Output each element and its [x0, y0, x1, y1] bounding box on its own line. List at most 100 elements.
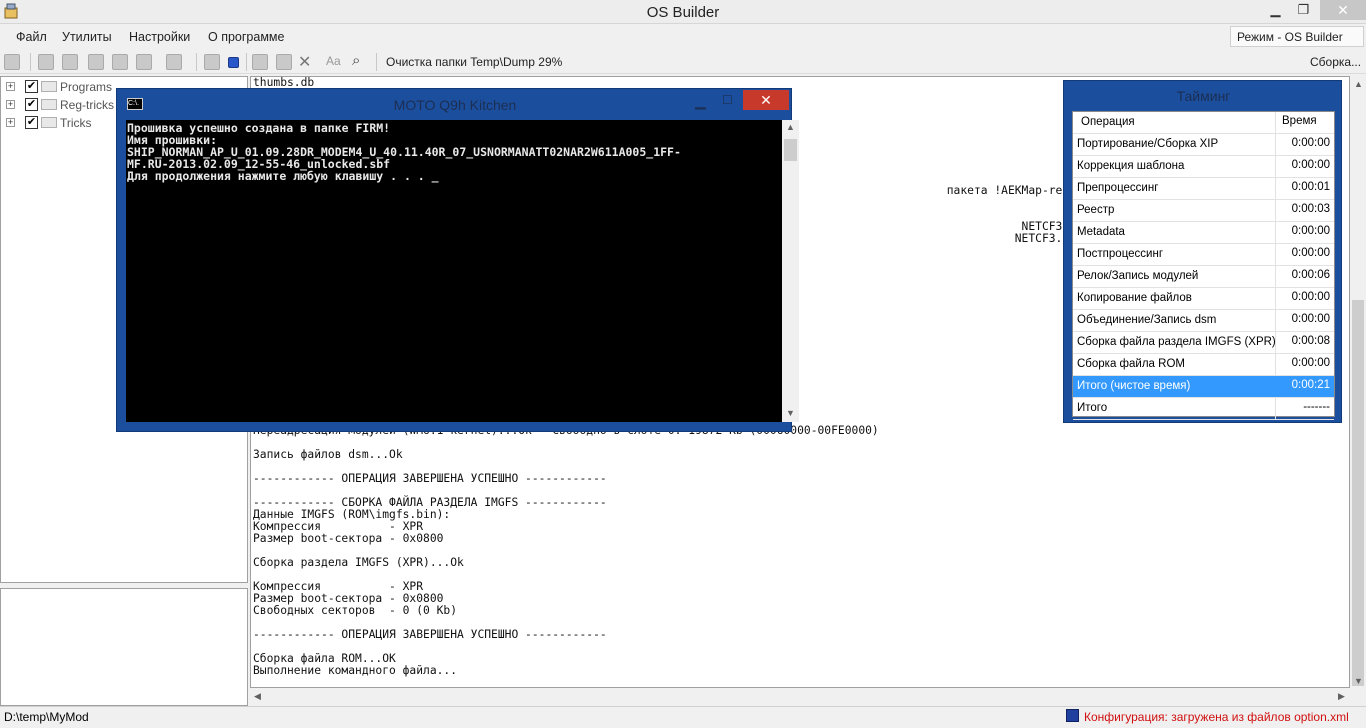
toolbar-separator — [30, 53, 31, 71]
tree-item-label: Reg-tricks — [60, 98, 115, 112]
console-window[interactable]: C:\. MOTO Q9h Kitchen ▁ ☐ ✕ Прошивка усп… — [116, 88, 799, 432]
timing-value: 0:00:21 — [1275, 376, 1334, 397]
console-output[interactable]: Прошивка успешно создана в папке FIRM! Им… — [126, 120, 782, 422]
expand-icon[interactable]: + — [6, 118, 15, 127]
timing-value: 0:00:01 — [1275, 178, 1334, 199]
menu-about[interactable]: О программе — [208, 30, 284, 44]
console-maximize-button[interactable]: ☐ — [722, 93, 733, 107]
tree-item-label: Tricks — [60, 116, 92, 130]
menu-bar — [0, 24, 1366, 50]
stop-icon[interactable] — [228, 57, 239, 68]
timing-row[interactable]: Итого ------- — [1073, 398, 1334, 420]
timing-operation: Объединение/Запись dsm — [1077, 314, 1217, 326]
timing-table: Операция Время Портирование/Сборка XIP 0:… — [1072, 111, 1335, 420]
timing-row[interactable]: Портирование/Сборка XIP 0:00:00 — [1073, 134, 1334, 156]
save-icon[interactable] — [276, 54, 292, 70]
log-line: Запись файлов dsm...Ok — [253, 448, 403, 461]
timing-value: 0:00:00 — [1275, 354, 1334, 375]
timing-operation: Итого — [1077, 402, 1108, 414]
log-line: Выполнение командного файла... — [253, 664, 458, 677]
checkbox[interactable]: ✔ — [25, 116, 38, 129]
timing-row[interactable]: Сборка файла ROM 0:00:00 — [1073, 354, 1334, 376]
timing-operation: Коррекция шаблона — [1077, 160, 1185, 172]
timing-title: Тайминг — [1176, 88, 1231, 104]
timing-row[interactable]: Объединение/Запись dsm 0:00:00 — [1073, 310, 1334, 332]
timing-value: 0:00:00 — [1275, 222, 1334, 243]
menu-settings[interactable]: Настройки — [129, 30, 190, 44]
collapse-icon[interactable] — [136, 54, 152, 70]
status-path: D:\temp\MyMod — [4, 710, 89, 724]
timing-operation: Препроцессинг — [1077, 182, 1159, 194]
console-close-button[interactable]: ✕ — [743, 90, 789, 110]
timing-operation: Портирование/Сборка XIP — [1077, 138, 1219, 150]
log-line: ------------ ОПЕРАЦИЯ ЗАВЕРШЕНА УСПЕШНО … — [253, 628, 607, 641]
timing-operation: Копирование файлов — [1077, 292, 1192, 304]
scrollbar-thumb[interactable] — [1352, 300, 1364, 686]
checkbox[interactable]: ✔ — [25, 80, 38, 93]
console-text: Прошивка успешно создана в папке FIRM! Им… — [127, 122, 681, 182]
close-button[interactable]: ✕ — [1320, 0, 1366, 20]
console-title: MOTO Q9h Kitchen — [393, 97, 517, 113]
timing-value: 0:00:08 — [1275, 332, 1334, 353]
build-button[interactable]: Сборка... — [1310, 55, 1361, 69]
document-icon[interactable] — [38, 54, 54, 70]
scroll-down-icon[interactable]: ▼ — [1354, 676, 1363, 686]
layers-icon[interactable] — [112, 54, 128, 70]
toolbar-separator — [376, 53, 377, 71]
console-scrollbar-thumb[interactable] — [784, 139, 797, 161]
log-line: Размер boot-сектора - 0x0800 — [253, 532, 444, 545]
delete-icon[interactable]: ✕ — [298, 52, 311, 72]
window-title: OS Builder — [646, 4, 720, 21]
folder-icon — [41, 99, 57, 110]
scroll-down-icon[interactable]: ▼ — [786, 408, 795, 418]
timing-row[interactable]: Релок/Запись модулей 0:00:06 — [1073, 266, 1334, 288]
scroll-up-icon[interactable]: ▲ — [1354, 79, 1363, 89]
timing-value: 0:00:06 — [1275, 266, 1334, 287]
console-scrollbar[interactable]: ▲ ▼ — [782, 120, 799, 422]
copy-icon[interactable] — [4, 54, 20, 70]
menu-file[interactable]: Файл — [16, 30, 47, 44]
toolbar-status: Очистка папки Temp\Dump 29% — [386, 55, 563, 69]
mode-select[interactable]: Режим - OS Builder — [1230, 26, 1364, 47]
timing-header: Операция Время — [1073, 112, 1334, 134]
timing-row[interactable]: Препроцессинг 0:00:01 — [1073, 178, 1334, 200]
scroll-up-icon[interactable]: ▲ — [786, 122, 795, 132]
timing-row[interactable]: Копирование файлов 0:00:00 — [1073, 288, 1334, 310]
maximize-button[interactable]: ❐ — [1290, 0, 1317, 20]
timing-value: 0:00:00 — [1275, 310, 1334, 331]
timing-row[interactable]: Metadata 0:00:00 — [1073, 222, 1334, 244]
timing-value: 0:00:00 — [1275, 134, 1334, 155]
timing-row[interactable]: Реестр 0:00:03 — [1073, 200, 1334, 222]
timing-operation: Сборка файла ROM — [1077, 358, 1185, 370]
timing-value: 0:00:00 — [1275, 288, 1334, 309]
log-line: ------------ ОПЕРАЦИЯ ЗАВЕРШЕНА УСПЕШНО … — [253, 472, 607, 485]
expand-icon[interactable]: + — [6, 100, 15, 109]
menu-utilities[interactable]: Утилиты — [62, 30, 112, 44]
tree-icon[interactable] — [204, 54, 220, 70]
timing-row[interactable]: Итого (чистое время) 0:00:21 — [1073, 376, 1334, 398]
timing-row[interactable]: Сборка файла раздела IMGFS (XPR) 0:00:08 — [1073, 332, 1334, 354]
console-line: Для продолжения нажмите любую клавишу . … — [127, 169, 439, 183]
horizontal-scrollbar[interactable] — [250, 688, 1350, 704]
description-panel — [0, 588, 248, 706]
scroll-left-icon[interactable]: ◀ — [254, 691, 261, 702]
log-line: Сборка раздела IMGFS (XPR)...Ok — [253, 556, 464, 569]
toolbar-separator — [196, 53, 197, 71]
gear-icon[interactable] — [166, 54, 182, 70]
expand-icon[interactable]: + — [6, 82, 15, 91]
console-minimize-button[interactable]: ▁ — [695, 93, 706, 110]
folder-icon[interactable] — [62, 54, 78, 70]
minimize-button[interactable]: ▁ — [1262, 0, 1289, 20]
timing-row[interactable]: Постпроцессинг 0:00:00 — [1073, 244, 1334, 266]
log-line: Свободных секторов - 0 (0 Kb) — [253, 604, 458, 617]
checkbox[interactable]: ✔ — [25, 98, 38, 111]
timing-value: 0:00:03 — [1275, 200, 1334, 221]
sort-icon[interactable] — [88, 54, 104, 70]
tree-item-label: Programs — [60, 80, 113, 94]
find-icon[interactable]: ⌕ — [352, 52, 360, 69]
status-config: Конфигурация: загружена из файлов option… — [1084, 710, 1349, 724]
font-icon[interactable]: Aa — [326, 54, 341, 68]
open-icon[interactable] — [252, 54, 268, 70]
timing-row[interactable]: Коррекция шаблона 0:00:00 — [1073, 156, 1334, 178]
scroll-right-icon[interactable]: ▶ — [1338, 691, 1345, 702]
